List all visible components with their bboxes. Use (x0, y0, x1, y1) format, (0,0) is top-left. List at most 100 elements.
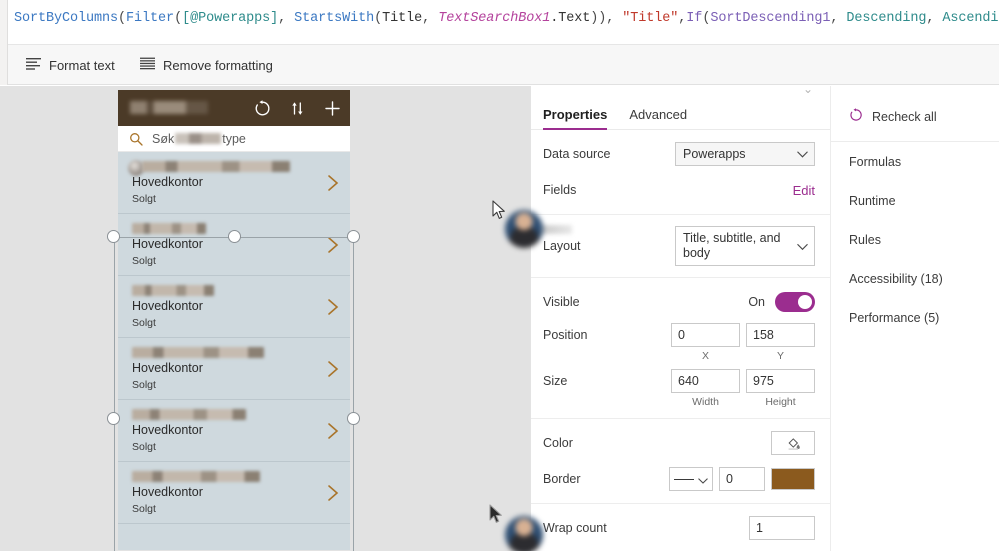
toggle-knob (798, 295, 812, 309)
remove-formatting-button[interactable]: Remove formatting (140, 54, 273, 76)
format-toolbar: Format text Remove formatting (0, 45, 999, 85)
formula-token: SortByColumns (14, 11, 119, 26)
resize-handle-middle-left[interactable] (107, 412, 120, 425)
wrap-count-input[interactable]: 1 (749, 516, 815, 540)
chevron-right-icon[interactable] (326, 422, 340, 440)
checker-item[interactable]: Accessibility (18) (831, 259, 999, 298)
format-text-icon (26, 57, 41, 73)
formula-token: TextSearchBox1 (438, 11, 551, 26)
sort-icon[interactable] (288, 99, 307, 118)
border-width-input[interactable]: 0 (719, 467, 765, 491)
chevron-right-icon[interactable] (326, 484, 340, 502)
chevron-right-icon[interactable] (326, 174, 340, 192)
property-group-data: Data source Powerapps Fields Edit (531, 130, 830, 215)
formula-token: )) (590, 11, 607, 26)
search-icon (129, 132, 143, 146)
gallery-item-subtitle: Hovedkontor (132, 423, 203, 437)
property-row-fields: Fields Edit (531, 172, 830, 208)
tab-properties[interactable]: Properties (543, 98, 617, 130)
recheck-all-button[interactable]: Recheck all (831, 86, 999, 141)
app-preview-screen[interactable]: Søk type Hovedkontor Solgt Hovedkontor Solg… (118, 90, 350, 550)
formula-token: [@Powerapps] (182, 11, 279, 26)
data-source-select[interactable]: Powerapps (675, 142, 815, 166)
gallery-item-subtitle: Hovedkontor (132, 485, 203, 499)
visible-toggle[interactable] (775, 292, 815, 312)
position-label: Position (543, 328, 588, 342)
gallery-control[interactable]: Hovedkontor Solgt Hovedkontor Solgt Hovedkon… (118, 152, 350, 550)
property-row-template-size: Template size 168 (531, 546, 830, 551)
checker-item[interactable]: Rules (831, 220, 999, 259)
checker-item[interactable]: Formulas (831, 142, 999, 181)
chevron-right-icon[interactable] (326, 360, 340, 378)
formula-bar[interactable]: SortByColumns(Filter([@Powerapps], Start… (0, 0, 999, 45)
resize-handle-middle-right[interactable] (347, 412, 360, 425)
gallery-item[interactable]: Hovedkontor Solgt (118, 152, 350, 214)
resize-handle-top-right[interactable] (347, 230, 360, 243)
gallery-item-subtitle: Hovedkontor (132, 237, 203, 251)
border-style-select[interactable] (669, 467, 713, 491)
search-box[interactable]: Søk type (118, 126, 350, 152)
visible-state-label: On (748, 295, 765, 309)
chevron-down-icon (797, 240, 808, 255)
remove-formatting-label: Remove formatting (163, 57, 273, 73)
add-icon[interactable] (323, 99, 342, 118)
property-row-wrap-count: Wrap count 1 (531, 510, 830, 546)
refresh-icon[interactable] (253, 99, 272, 118)
gallery-item[interactable]: Hovedkontor Solgt (118, 276, 350, 338)
gallery-item[interactable]: Hovedkontor Solgt (118, 214, 350, 276)
formula-token: , (926, 11, 943, 26)
position-x-input[interactable]: 0 (671, 323, 740, 347)
checker-item[interactable]: Runtime (831, 181, 999, 220)
border-color-swatch[interactable] (771, 468, 815, 490)
property-row-layout: Layout Title, subtitle, and body (531, 221, 830, 271)
format-text-button[interactable]: Format text (26, 54, 115, 76)
size-width-input[interactable]: 640 (671, 369, 740, 393)
tab-advanced[interactable]: Advanced (629, 98, 697, 130)
position-y-input[interactable]: 158 (746, 323, 815, 347)
fields-edit-link[interactable]: Edit (793, 183, 815, 198)
chevron-right-icon[interactable] (326, 298, 340, 316)
size-height-input[interactable]: 975 (746, 369, 815, 393)
size-width-sublabel: Width (692, 396, 719, 408)
gallery-item-title-blurred (132, 409, 246, 420)
layout-select[interactable]: Title, subtitle, and body (675, 226, 815, 266)
position-y-sublabel: Y (776, 350, 784, 362)
property-row-data-source: Data source Powerapps (531, 136, 830, 172)
chevron-right-icon[interactable] (326, 236, 340, 254)
resize-handle-top-left[interactable] (107, 230, 120, 243)
properties-tabs: Properties Advanced (531, 98, 830, 130)
property-row-position: Position 0 158 (531, 320, 830, 350)
app-checker-panel: Recheck all Formulas Runtime Rules Accessib… (830, 86, 999, 551)
properties-panel[interactable]: ⌄ Properties Advanced Data source Powera… (530, 86, 830, 551)
formula-token: ( (174, 11, 183, 26)
gallery-item-title-blurred (132, 223, 206, 234)
formula-token: , (422, 11, 439, 26)
app-canvas[interactable]: Søk type Hovedkontor Solgt Hovedkontor Solg… (0, 86, 530, 551)
chevron-down-icon (797, 147, 808, 161)
tab-advanced-label: Advanced (629, 106, 688, 122)
gallery-item[interactable]: Hovedkontor Solgt (118, 338, 350, 400)
formula-token: , (278, 11, 295, 26)
formula-token: Title (382, 11, 423, 26)
color-label: Color (543, 436, 573, 450)
formula-token: ( (118, 11, 127, 26)
search-placeholder: Søk type (152, 132, 246, 146)
property-group-template: Wrap count 1 Template size 168 Template … (531, 504, 830, 551)
refresh-icon (849, 108, 863, 125)
gallery-item[interactable]: Hovedkontor Solgt (118, 462, 350, 524)
panel-scroll-peek: ⌄ (803, 86, 814, 96)
search-placeholder-suffix: type (222, 131, 246, 146)
formula-token: , (830, 11, 847, 26)
property-group-layout: Layout Title, subtitle, and body (531, 215, 830, 278)
fill-bucket-icon[interactable] (771, 431, 815, 455)
formula-token: SortDescending1 (710, 11, 831, 26)
visible-label: Visible (543, 295, 580, 309)
format-text-label: Format text (49, 57, 115, 73)
fields-label: Fields (543, 183, 577, 197)
resize-handle-top-center[interactable] (227, 230, 241, 243)
checker-item[interactable]: Performance (5) (831, 298, 999, 337)
formula-expression[interactable]: SortByColumns(Filter([@Powerapps], Start… (14, 11, 999, 26)
gallery-item[interactable]: Hovedkontor Solgt (118, 400, 350, 462)
property-row-border: Border 0 (531, 461, 830, 497)
gallery-item-body: Solgt (132, 255, 156, 267)
